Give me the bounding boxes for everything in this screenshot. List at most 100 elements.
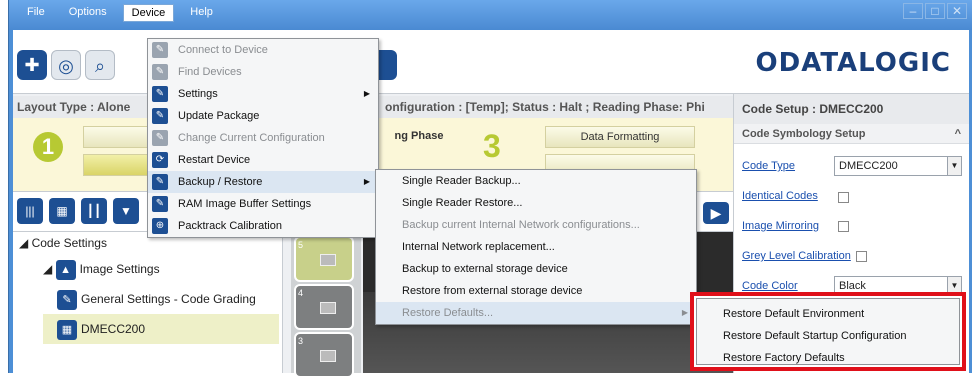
connect-icon: ✎ (152, 42, 168, 58)
restore-defaults-highlight: Restore Default Environment Restore Defau… (690, 292, 966, 371)
next-arrow-icon[interactable]: ▶ (703, 202, 729, 224)
wrench-icon: ✎ (152, 86, 168, 102)
backup-menu-item[interactable]: Restore from external storage device (376, 280, 696, 302)
thumbnail-number: 3 (298, 336, 304, 346)
device-menu-item[interactable]: ✎ Backup / Restore ▶ (148, 171, 378, 193)
symbology-section-header[interactable]: Code Symbology Setup ^ (734, 124, 969, 144)
tree-code-settings[interactable]: ◢ Code Settings (19, 236, 107, 250)
menu-item-label: Backup / Restore (178, 176, 263, 188)
wrench-icon: ✎ (152, 130, 168, 146)
image-mirroring-label[interactable]: Image Mirroring (742, 220, 819, 232)
connect-icon[interactable]: ◎ (51, 50, 81, 80)
tree-general-settings[interactable]: ✎ General Settings - Code Grading (57, 290, 256, 310)
menu-item-label: Connect to Device (178, 44, 268, 56)
menu-item-label: Backup current Internal Network configur… (402, 219, 640, 231)
panel-title: Code Setup : DMECC200 (734, 94, 969, 124)
tree-image-settings[interactable]: ◢ ▲ Image Settings (43, 260, 160, 280)
tree-dmecc200[interactable]: ▦ DMECC200 (57, 320, 145, 340)
backup-menu-item[interactable]: Single Reader Backup... (376, 170, 696, 192)
phase-3-badge: 3 (483, 128, 501, 164)
status-text: onfiguration : [Temp]; Status : Halt ; R… (385, 100, 705, 114)
minimize-button[interactable]: – (903, 3, 923, 19)
device-menu-item[interactable]: ✎ Connect to Device (148, 39, 378, 61)
device-menu-item[interactable]: ✎ Change Current Configuration (148, 127, 378, 149)
backup-menu-item[interactable]: Internal Network replacement... (376, 236, 696, 258)
backup-menu-item[interactable]: Restore Defaults... ▶ (376, 302, 696, 324)
section-label: Code Symbology Setup (742, 128, 866, 140)
backup-restore-submenu: Single Reader Backup... Single Reader Res… (375, 169, 697, 325)
datamatrix-icon[interactable]: ▦ (49, 198, 75, 224)
close-button[interactable]: ✕ (947, 3, 967, 19)
barcode-icon[interactable]: ||| (17, 198, 43, 224)
code-type-label[interactable]: Code Type (742, 160, 795, 172)
wrench-icon: ✎ (152, 108, 168, 124)
device-menu: ✎ Connect to Device ✎ Find Devices ✎ Settings… (147, 38, 379, 238)
backup-menu-item[interactable]: Backup to external storage device (376, 258, 696, 280)
datamatrix-icon: ▦ (57, 320, 77, 340)
device-menu-item[interactable]: ✎ Find Devices (148, 61, 378, 83)
image-icon: ▲ (55, 260, 76, 280)
maximize-button[interactable]: □ (925, 3, 945, 19)
tree-dmecc200-label: DMECC200 (81, 322, 146, 337)
menu-help[interactable]: Help (182, 4, 221, 22)
menu-item-label: Find Devices (178, 66, 242, 78)
menu-item-label: Packtrack Calibration (178, 220, 282, 232)
menu-file[interactable]: File (19, 4, 53, 22)
identical-codes-checkbox[interactable] (838, 192, 849, 203)
menu-item-label: Update Package (178, 110, 260, 122)
data-formatting-button[interactable]: Data Formatting (545, 126, 695, 148)
menu-item-label: Settings (178, 88, 218, 100)
chevron-down-icon[interactable]: ▼ (947, 157, 961, 175)
code-color-label[interactable]: Code Color (742, 280, 798, 292)
menu-options[interactable]: Options (61, 4, 115, 22)
chevron-up-icon[interactable]: ^ (955, 124, 961, 144)
phase-1-badge: 1 (33, 132, 63, 162)
device-menu-item[interactable]: ⊕ Packtrack Calibration (148, 215, 378, 237)
grey-level-label[interactable]: Grey Level Calibration (742, 250, 851, 262)
window-controls: – □ ✕ (903, 3, 967, 19)
tree-general-settings-label: General Settings - Code Grading (81, 292, 256, 307)
code-type-select[interactable]: DMECC200 ▼ (834, 156, 962, 176)
thumbnail[interactable]: 5 (294, 236, 354, 282)
tree-code-settings-label: Code Settings (31, 236, 107, 250)
menu-item-label: RAM Image Buffer Settings (178, 198, 312, 210)
find-icon: ✎ (152, 64, 168, 80)
device-menu-item[interactable]: ⟳ Restart Device (148, 149, 378, 171)
restart-icon: ⟳ (152, 152, 168, 168)
device-menu-item[interactable]: ✎ RAM Image Buffer Settings (148, 193, 378, 215)
plus-icon[interactable]: ✚ (17, 50, 47, 80)
find-icon[interactable]: ⌕ (85, 50, 115, 80)
chevron-right-icon: ▶ (363, 177, 370, 186)
datalogic-logo: ODATALOGIC (755, 48, 951, 78)
image-mirroring-checkbox[interactable] (838, 221, 849, 232)
menu-device[interactable]: Device (122, 4, 175, 22)
restore-defaults-submenu: Restore Default Environment Restore Defau… (696, 298, 960, 365)
thumbnail[interactable]: 3 (294, 332, 354, 378)
menu-bar: File Options Device Help (19, 4, 229, 22)
menu-item-label: Restore from external storage device (402, 285, 583, 297)
filter-icon[interactable]: ▼ (113, 198, 139, 224)
postal-code-icon[interactable]: ┃┃ (81, 198, 107, 224)
thumbnail[interactable]: 4 (294, 284, 354, 330)
thumbnail-strip: 5 4 3 (291, 232, 361, 378)
code-image (320, 302, 336, 314)
backup-menu-item[interactable]: Single Reader Restore... (376, 192, 696, 214)
identical-codes-label[interactable]: Identical Codes (742, 190, 818, 202)
restore-defaults-item[interactable]: Restore Default Environment (697, 303, 959, 325)
menu-item-label: Restart Device (178, 154, 251, 166)
restore-defaults-item[interactable]: Restore Default Startup Configuration (697, 325, 959, 347)
menu-item-label: Internal Network replacement... (402, 241, 555, 253)
device-menu-item[interactable]: ✎ Settings ▶ (148, 83, 378, 105)
reading-phase-button[interactable]: ng Phase (389, 126, 449, 148)
wrench-icon: ✎ (57, 290, 77, 310)
grey-level-checkbox[interactable] (856, 251, 867, 262)
settings-tree: ◢ Code Settings ◢ ▲ Image Settings ✎ Gener… (13, 232, 283, 373)
code-image (320, 350, 336, 362)
device-menu-item[interactable]: ✎ Update Package (148, 105, 378, 127)
restore-defaults-item[interactable]: Restore Factory Defaults (697, 347, 959, 369)
chevron-right-icon: ▶ (681, 308, 688, 317)
menu-item-label: Single Reader Backup... (402, 175, 521, 187)
backup-menu-item[interactable]: Backup current Internal Network configur… (376, 214, 696, 236)
code-image (320, 254, 336, 266)
code-type-value: DMECC200 (839, 160, 898, 172)
